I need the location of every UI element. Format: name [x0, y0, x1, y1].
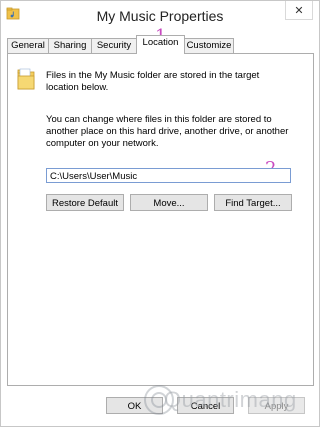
- close-button[interactable]: ✕: [285, 1, 313, 20]
- intro-line-2: location below.: [46, 82, 109, 93]
- folder-icon: [17, 67, 37, 91]
- find-target-button[interactable]: Find Target...: [214, 194, 292, 211]
- tab-sharing[interactable]: Sharing: [48, 38, 92, 53]
- tab-security[interactable]: Security: [91, 38, 137, 53]
- desc-line-3: computer on your network.: [46, 138, 159, 149]
- location-path-input[interactable]: C:\Users\User\Music: [46, 168, 291, 183]
- location-description: You can change where files in this folde…: [46, 114, 288, 150]
- desc-line-2: another place on this hard drive, anothe…: [46, 126, 289, 137]
- properties-window: My Music Properties ✕ General Sharing Se…: [0, 0, 320, 427]
- intro-line-1: Files in the My Music folder are stored …: [46, 70, 260, 81]
- location-intro: Files in the My Music folder are stored …: [46, 70, 259, 94]
- tab-location[interactable]: Location: [136, 35, 185, 54]
- tab-general[interactable]: General: [7, 38, 49, 53]
- watermark-text: Quantrimang: [164, 387, 297, 412]
- desc-line-1: You can change where files in this folde…: [46, 114, 272, 125]
- tab-customize[interactable]: Customize: [184, 38, 234, 53]
- location-panel: [7, 53, 314, 386]
- move-button[interactable]: Move...: [130, 194, 208, 211]
- window-title: My Music Properties: [96, 8, 224, 24]
- close-icon: ✕: [294, 3, 304, 17]
- restore-default-button[interactable]: Restore Default: [46, 194, 124, 211]
